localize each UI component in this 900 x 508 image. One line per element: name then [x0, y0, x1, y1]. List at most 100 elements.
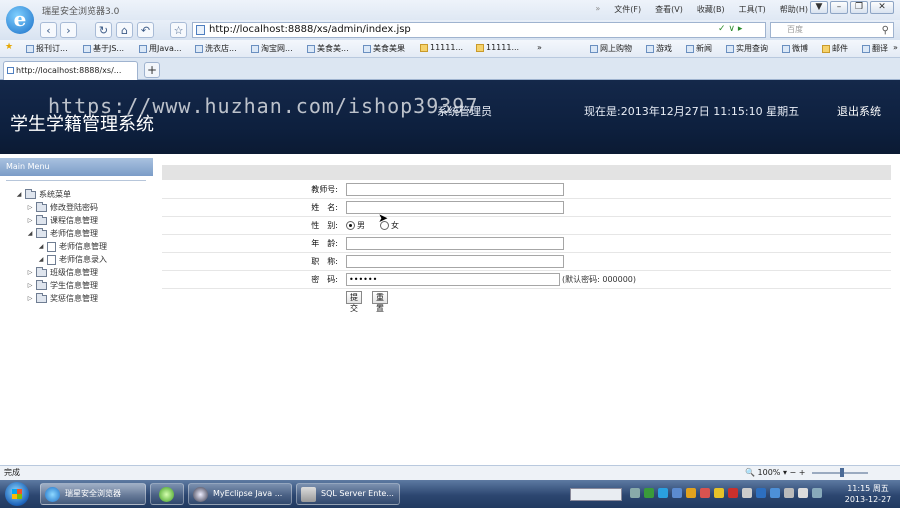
gender-male-radio[interactable]: 男 [346, 220, 365, 231]
ime-input-bar[interactable] [570, 488, 622, 501]
browser-tab[interactable]: http://localhost:8888/xs/... [3, 61, 138, 80]
tray-update-icon[interactable] [672, 488, 682, 498]
menu-favorites[interactable]: 收藏(B) [697, 4, 725, 15]
tray-antivirus-icon[interactable] [700, 488, 710, 498]
tray-user-icon[interactable] [714, 488, 724, 498]
tray-qq-icon[interactable] [686, 488, 696, 498]
tree-item-student-info[interactable]: ▷ 学生信息管理 [27, 279, 98, 291]
tray-tools-icon[interactable] [742, 488, 752, 498]
favorite-page-icon [307, 44, 315, 53]
expand-icon[interactable]: ▷ [27, 295, 33, 302]
favorites-more-right[interactable]: » [893, 43, 898, 52]
logout-link[interactable]: 退出系统 [837, 103, 881, 119]
tree-item-change-password[interactable]: ▷ 修改登陆密码 [27, 201, 98, 213]
age-input[interactable] [346, 237, 564, 250]
home-button[interactable]: ⌂ [116, 22, 133, 38]
favorite-translate[interactable]: 翻译 [862, 43, 888, 54]
tree-item-class-info[interactable]: ▷ 班级信息管理 [27, 266, 98, 278]
tree-item-teacher-info[interactable]: ◢ 老师信息管理 [27, 227, 98, 239]
submit-button[interactable]: 提交 [346, 291, 362, 313]
window-minimize-button[interactable]: – [830, 1, 848, 14]
address-bar[interactable]: http://localhost:8888/xs/admin/index.jsp [192, 22, 766, 38]
taskbar-browser[interactable]: 瑞星安全浏览器 [40, 483, 146, 505]
menu-file[interactable]: 文件(F) [614, 4, 641, 15]
reset-button[interactable]: 重置 [372, 291, 388, 313]
tray-power-icon[interactable] [784, 488, 794, 498]
zoom-slider-handle[interactable] [840, 468, 844, 477]
title-input[interactable] [346, 255, 564, 268]
form-row-age: 年 龄: [162, 235, 891, 253]
tree-item-teacher-entry[interactable]: ◢ 老师信息录入 [38, 254, 107, 265]
taskbar-myeclipse[interactable]: MyEclipse Java ... [188, 483, 292, 505]
mail-icon [822, 44, 830, 53]
expand-icon[interactable]: ▷ [27, 217, 33, 224]
folder-icon [420, 43, 428, 52]
translate-icon [862, 44, 870, 53]
refresh-button[interactable]: ↻ [95, 22, 112, 38]
zoom-level[interactable]: 🔍 100% ▾ − + [745, 466, 805, 480]
favorite-item[interactable]: 报刊订... [26, 43, 68, 54]
search-input[interactable]: 百度 ⚲ [770, 22, 894, 38]
favorite-weibo[interactable]: 微博 [782, 43, 808, 54]
back-button[interactable]: ‹ [40, 22, 57, 38]
tray-clock[interactable]: 11:15 周五 2013-12-27 [838, 483, 898, 505]
favorite-item[interactable]: 洗衣店... [195, 43, 237, 54]
favorite-shopping[interactable]: 网上购物 [590, 43, 632, 54]
browser-app-title: 瑞星安全浏览器3.0 [42, 7, 120, 17]
favorite-item[interactable]: 基于JS... [83, 43, 124, 54]
taskbar-refresh-app[interactable] [150, 483, 184, 505]
favorite-button[interactable]: ☆ [170, 22, 187, 38]
tray-alert-icon[interactable] [728, 488, 738, 498]
expand-icon[interactable]: ▷ [27, 282, 33, 289]
tray-flag-icon[interactable] [812, 488, 822, 498]
expand-icon[interactable]: ▷ [27, 204, 33, 211]
favorite-item[interactable]: 用Java... [139, 43, 182, 54]
favorite-item[interactable]: 美食美果 [363, 43, 405, 54]
menu-more[interactable]: » [595, 4, 600, 15]
tree-item-reward-info[interactable]: ▷ 奖惩信息管理 [27, 292, 98, 304]
menu-help[interactable]: 帮助(H) [780, 4, 808, 15]
zoom-controls[interactable]: ▾ − + [783, 468, 806, 477]
taskbar-sqlserver[interactable]: SQL Server Ente... [296, 483, 400, 505]
password-input[interactable] [346, 273, 560, 286]
tree-item-teacher-manage[interactable]: ◢ 老师信息管理 [38, 241, 107, 252]
window-pin-button[interactable]: ▼ [810, 1, 828, 14]
favorite-folder[interactable]: 11111... [420, 43, 463, 52]
search-icon[interactable]: ⚲ [882, 24, 889, 38]
folder-icon [25, 188, 36, 199]
tray-network-icon[interactable] [658, 488, 668, 498]
favorite-item[interactable]: 淘宝网... [251, 43, 293, 54]
expand-icon[interactable]: ▷ [27, 269, 33, 276]
teacher-id-input[interactable] [346, 183, 564, 196]
menu-tools[interactable]: 工具(T) [739, 4, 766, 15]
favorite-item[interactable]: 美食美... [307, 43, 349, 54]
tray-security-icon[interactable] [644, 488, 654, 498]
tree-item-course-info[interactable]: ▷ 课程信息管理 [27, 214, 98, 226]
tree-root[interactable]: ◢ 系统菜单 [16, 188, 71, 200]
new-tab-button[interactable]: + [144, 62, 160, 78]
tray-volume-icon[interactable] [798, 488, 808, 498]
window-close-button[interactable]: ✕ [870, 1, 894, 14]
favorite-lookup[interactable]: 实用查询 [726, 43, 768, 54]
favorites-more[interactable]: » [537, 43, 542, 52]
tray-keyboard-icon[interactable] [630, 488, 640, 498]
zoom-icon: 🔍 [745, 468, 755, 477]
collapse-icon[interactable]: ◢ [27, 230, 33, 237]
favorite-folder[interactable]: 11111... [476, 43, 519, 52]
favorites-star-icon[interactable]: ★ [5, 43, 13, 52]
menu-view[interactable]: 查看(V) [655, 4, 683, 15]
collapse-icon[interactable]: ◢ [16, 191, 22, 198]
tray-wifi-icon[interactable] [770, 488, 780, 498]
favorite-games[interactable]: 游戏 [646, 43, 672, 54]
window-restore-button[interactable]: ❐ [850, 1, 868, 14]
address-tools-icon[interactable]: ✓ ∨ ▸ [718, 24, 742, 34]
form-row-title: 职 称: [162, 253, 891, 271]
favorite-mail[interactable]: 邮件 [822, 43, 848, 54]
tray-shield-icon[interactable] [756, 488, 766, 498]
mouse-cursor-icon: ➤ [378, 211, 389, 225]
undo-button[interactable]: ↶ [137, 22, 154, 38]
shopping-icon [590, 44, 598, 53]
forward-button[interactable]: › [60, 22, 77, 38]
start-button[interactable] [5, 482, 29, 506]
favorite-news[interactable]: 新闻 [686, 43, 712, 54]
